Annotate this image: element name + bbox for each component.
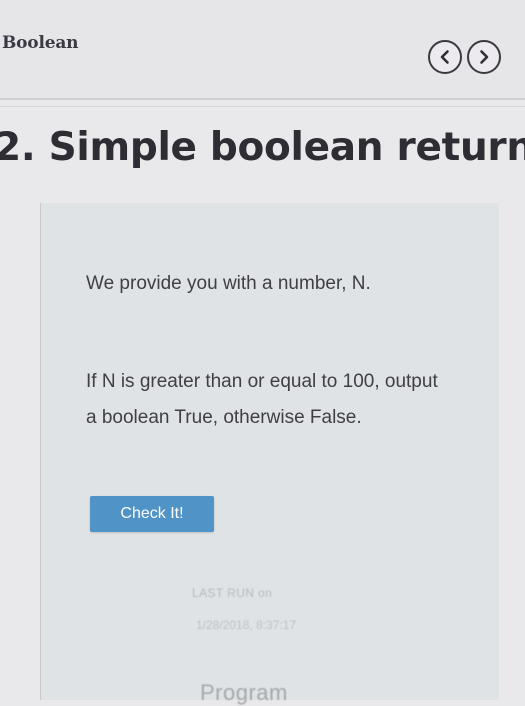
chevron-right-icon [480, 50, 489, 64]
last-run-label: LAST RUN on [192, 586, 273, 600]
instructions-paragraph-2: If N is greater than or equal to 100, ou… [86, 371, 438, 428]
chevron-left-icon [440, 50, 449, 64]
next-button[interactable] [467, 40, 501, 74]
last-run-timestamp: 1/28/2018, 8:37:17 [196, 618, 297, 632]
check-it-button[interactable]: Check It! [90, 496, 214, 532]
top-bar: Boolean [0, 0, 525, 100]
previous-button[interactable] [428, 40, 462, 74]
divider [0, 106, 525, 107]
tab-program[interactable]: Program [200, 680, 288, 706]
page-title: 2. Simple boolean return [0, 125, 525, 170]
instructions-paragraph-1: We provide you with a number, N. [86, 273, 371, 294]
breadcrumb[interactable]: Boolean [2, 33, 78, 53]
